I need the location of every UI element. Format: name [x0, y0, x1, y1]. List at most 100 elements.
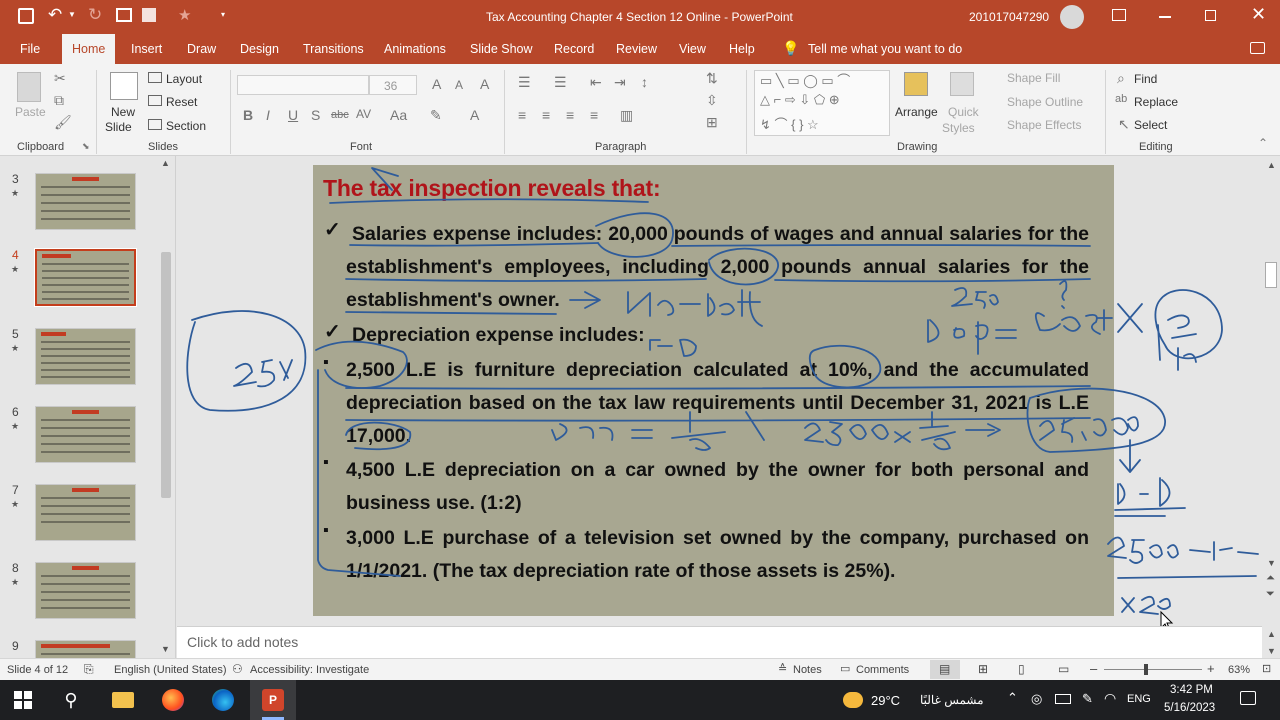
zoom-slider-handle[interactable] [1144, 664, 1149, 675]
shadow-icon[interactable]: S [311, 107, 320, 123]
avatar[interactable] [1060, 5, 1084, 29]
align-left-icon[interactable]: ≡ [518, 107, 526, 123]
notes-pane[interactable]: Click to add notes [177, 626, 1262, 658]
tab-review[interactable]: Review [616, 42, 657, 56]
shape-outline-button[interactable]: Shape Outline [1007, 95, 1083, 109]
star-icon[interactable]: ★ [178, 6, 191, 24]
format-icon[interactable] [142, 8, 156, 22]
slide-scrollbar[interactable]: ▲ ▼ ⏶ ⏷ ▲ ▼ [1262, 156, 1280, 656]
tab-design[interactable]: Design [240, 42, 279, 56]
slide-thumbnail-9[interactable] [35, 640, 136, 659]
tab-slide-show[interactable]: Slide Show [470, 42, 533, 56]
shape-rectangle-icon[interactable]: ▭ ╲ ▭ ◯ ▭ ⌒ [760, 70, 850, 89]
notes-scroll-down-icon[interactable]: ▼ [1267, 646, 1276, 656]
scroll-thumb[interactable] [161, 252, 171, 498]
decrease-indent-icon[interactable]: ⇤ [590, 74, 602, 91]
quick-styles-icon[interactable] [950, 72, 974, 96]
text-direction-icon[interactable]: ⇅ [706, 70, 718, 87]
tab-record[interactable]: Record [554, 42, 594, 56]
undo-icon[interactable]: ↶ [48, 5, 62, 25]
tab-home[interactable]: Home [62, 34, 116, 64]
bold-icon[interactable]: B [243, 107, 253, 123]
slide-sorter-icon[interactable]: ⊞ [978, 662, 988, 676]
meet-now-icon[interactable]: ◎ [1031, 691, 1042, 707]
language-status[interactable]: English (United States) [114, 664, 227, 676]
tab-transitions[interactable]: Transitions [303, 42, 364, 56]
strikethrough-icon[interactable]: abc [331, 109, 349, 121]
arrange-button[interactable]: Arrange [895, 105, 938, 119]
notes-placeholder[interactable]: Click to add notes [187, 634, 298, 650]
customize-qat-icon[interactable]: ▾ [221, 10, 225, 19]
replace-button[interactable]: Replace [1134, 95, 1178, 109]
reset-button[interactable]: Reset [166, 95, 197, 109]
start-button[interactable] [0, 680, 46, 720]
tab-view[interactable]: View [679, 42, 706, 56]
next-slide-icon[interactable]: ⏷ [1266, 588, 1275, 601]
redo-icon[interactable]: ↻ [88, 5, 102, 25]
new-slide-button-line2[interactable]: Slide [105, 120, 132, 134]
tab-draw[interactable]: Draw [187, 42, 216, 56]
justify-icon[interactable]: ≡ [590, 107, 598, 123]
pen-icon[interactable]: ✎ [1082, 691, 1093, 707]
notes-button[interactable]: Notes [793, 664, 822, 676]
select-button[interactable]: Select [1134, 118, 1167, 132]
scroll-up-icon[interactable]: ▲ [161, 158, 170, 168]
temperature[interactable]: 29°C [871, 693, 900, 708]
italic-icon[interactable]: I [266, 107, 270, 123]
copy-icon[interactable]: ⧉ [54, 92, 64, 109]
char-spacing-icon[interactable]: AV [356, 107, 371, 121]
ribbon-display-icon[interactable] [1112, 9, 1126, 21]
increase-indent-icon[interactable]: ⇥ [614, 74, 626, 91]
clear-format-icon[interactable]: A [480, 76, 489, 92]
zoom-in-icon[interactable]: + [1207, 661, 1215, 676]
slide-thumbnail-7[interactable] [35, 484, 136, 541]
tell-me-search[interactable]: Tell me what you want to do [808, 42, 962, 56]
slide-thumbnail-4[interactable] [34, 248, 137, 307]
tab-help[interactable]: Help [729, 42, 755, 56]
paste-icon[interactable] [17, 72, 41, 102]
align-right-icon[interactable]: ≡ [566, 107, 574, 123]
change-case-icon[interactable]: Aa [390, 107, 407, 123]
present-icon[interactable] [116, 8, 132, 22]
slide-thumbnail-8[interactable] [35, 562, 136, 619]
underline-icon[interactable]: U [288, 107, 298, 123]
bullets-icon[interactable]: ☰ [518, 74, 531, 91]
cut-icon[interactable]: ✂ [54, 70, 66, 87]
scroll-down-icon[interactable]: ▼ [1267, 558, 1276, 568]
body-paragraph-television[interactable]: 3,000 L.E purchase of a television set o… [346, 522, 1089, 588]
find-button[interactable]: Find [1134, 72, 1157, 86]
zoom-level[interactable]: 63% [1228, 664, 1250, 676]
tab-insert[interactable]: Insert [131, 42, 162, 56]
previous-slide-icon[interactable]: ⏶ [1266, 572, 1275, 585]
thumbnail-scrollbar[interactable]: ▲ ▼ [158, 158, 174, 658]
align-text-icon[interactable]: ⇳ [706, 92, 718, 109]
font-family-select[interactable] [237, 75, 369, 95]
body-paragraph-furniture[interactable]: 2,500 L.E is furniture depreciation calc… [346, 354, 1089, 453]
align-center-icon[interactable]: ≡ [542, 107, 550, 123]
battery-icon[interactable] [1055, 694, 1071, 704]
zoom-slider[interactable] [1104, 664, 1202, 675]
collapse-ribbon-icon[interactable]: ⌃ [1258, 136, 1268, 150]
quick-styles-button-line2[interactable]: Styles [942, 121, 975, 135]
columns-icon[interactable]: ▥ [620, 107, 633, 124]
comments-pane-icon[interactable] [1250, 42, 1265, 54]
fit-slide-icon[interactable]: ⊡ [1262, 662, 1271, 675]
notes-scroll-up-icon[interactable]: ▲ [1267, 629, 1276, 639]
new-slide-icon[interactable] [110, 72, 138, 100]
slide-thumbnail-6[interactable] [35, 406, 136, 463]
language-indicator[interactable]: ENG [1127, 693, 1151, 705]
grow-font-icon[interactable]: A [432, 76, 441, 92]
smartart-icon[interactable]: ⊞ [706, 114, 718, 131]
paste-button[interactable]: Paste [15, 105, 46, 119]
close-icon[interactable]: ✕ [1251, 4, 1266, 25]
clipboard-launcher-icon[interactable]: ⬊ [82, 141, 90, 152]
slide-thumbnail-5[interactable] [35, 328, 136, 385]
body-paragraph-salaries[interactable]: Salaries expense includes: 20,000 pounds… [346, 218, 1089, 317]
slide-show-icon[interactable]: ▭ [1058, 662, 1069, 676]
edge-button[interactable] [200, 680, 246, 720]
slide-thumbnail-3[interactable] [35, 173, 136, 230]
arrange-icon[interactable] [904, 72, 928, 96]
body-paragraph-depreciation[interactable]: Depreciation expense includes: [352, 319, 1095, 352]
new-slide-button[interactable]: New [111, 105, 135, 119]
scroll-up-icon[interactable]: ▲ [1267, 160, 1276, 170]
